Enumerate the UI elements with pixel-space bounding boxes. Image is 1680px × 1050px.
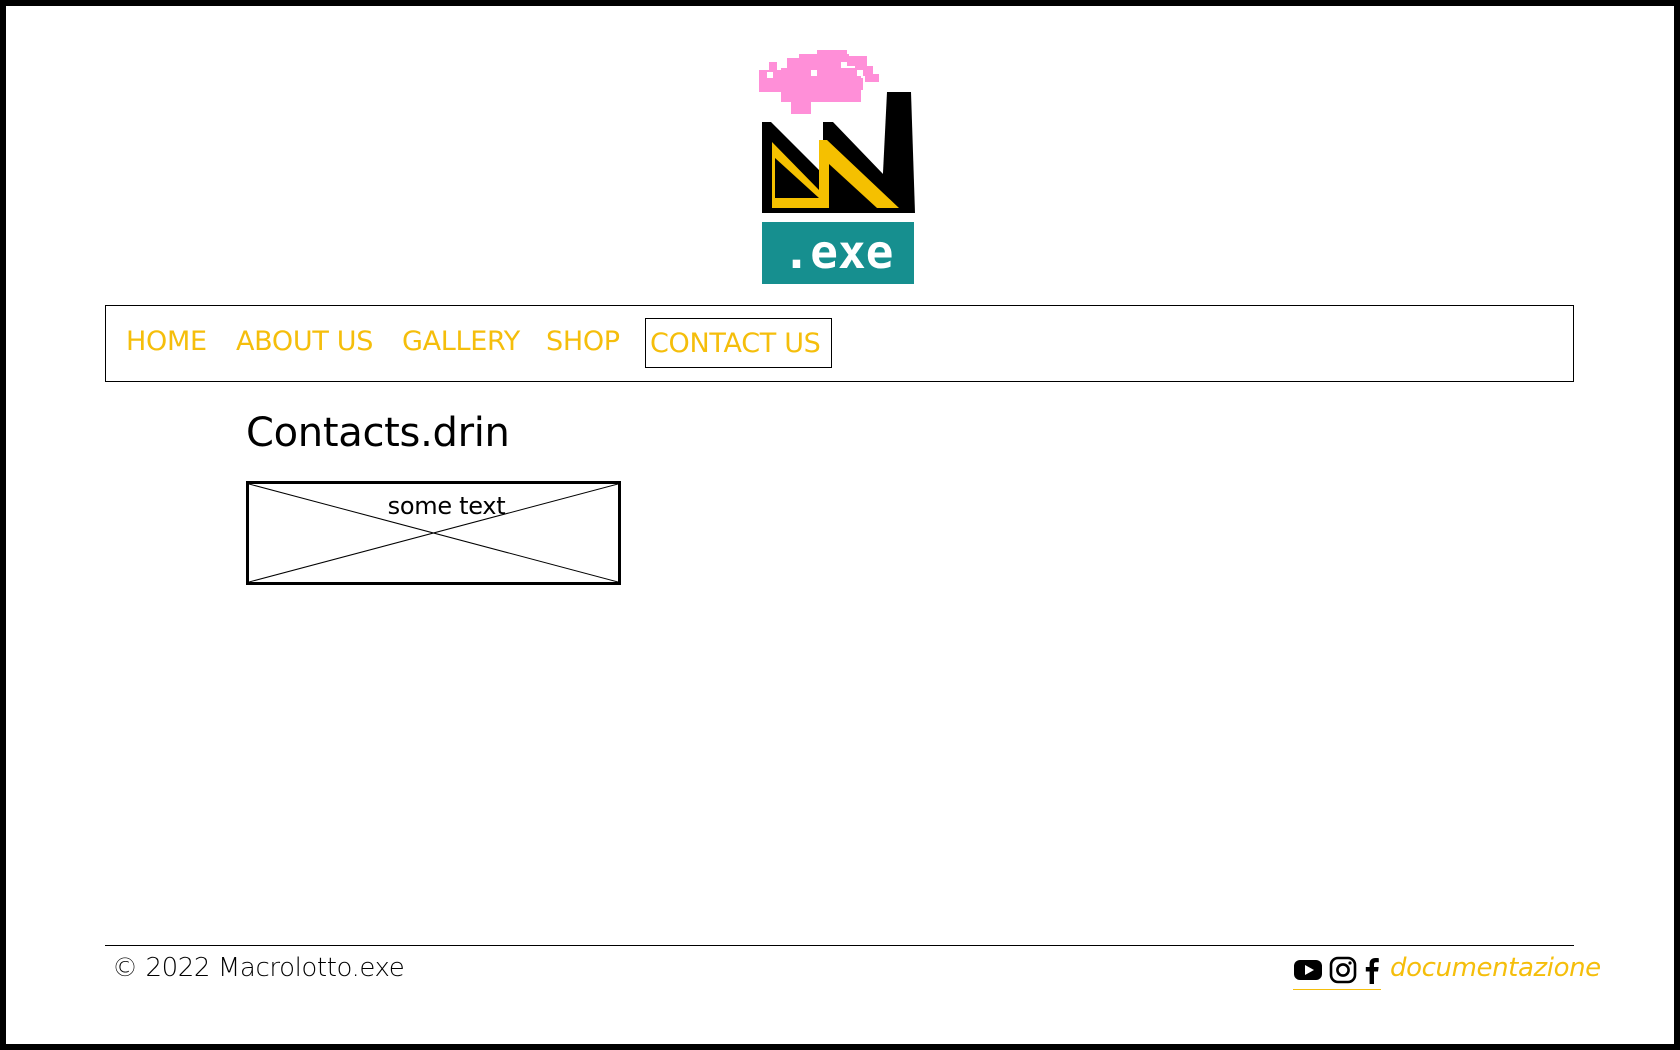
site-logo[interactable]: .exe (759, 50, 921, 286)
nav-shop[interactable]: SHOP (546, 324, 620, 360)
placeholder-text: some text (387, 492, 506, 520)
nav-about-us[interactable]: ABOUT US (236, 324, 373, 360)
social-links (1293, 953, 1381, 990)
image-placeholder: some text (246, 481, 621, 585)
footer-copyright: © 2022 Macrolotto.exe (112, 953, 405, 983)
main-nav: HOME ABOUT US GALLERY SHOP CONTACT US (105, 305, 1574, 382)
instagram-icon[interactable] (1329, 956, 1357, 984)
nav-gallery[interactable]: GALLERY (402, 324, 520, 360)
macrolotto-exe-factory-logo: .exe (759, 50, 915, 284)
nav-contact-us[interactable]: CONTACT US (645, 318, 832, 368)
facebook-icon[interactable] (1363, 956, 1381, 984)
documentation-link[interactable]: documentazione (1390, 951, 1601, 985)
logo-exe-text: .exe (783, 225, 894, 279)
youtube-icon[interactable] (1293, 956, 1323, 984)
footer-divider (105, 945, 1574, 946)
page-title: Contacts.drin (246, 410, 510, 456)
nav-home[interactable]: HOME (126, 324, 207, 360)
